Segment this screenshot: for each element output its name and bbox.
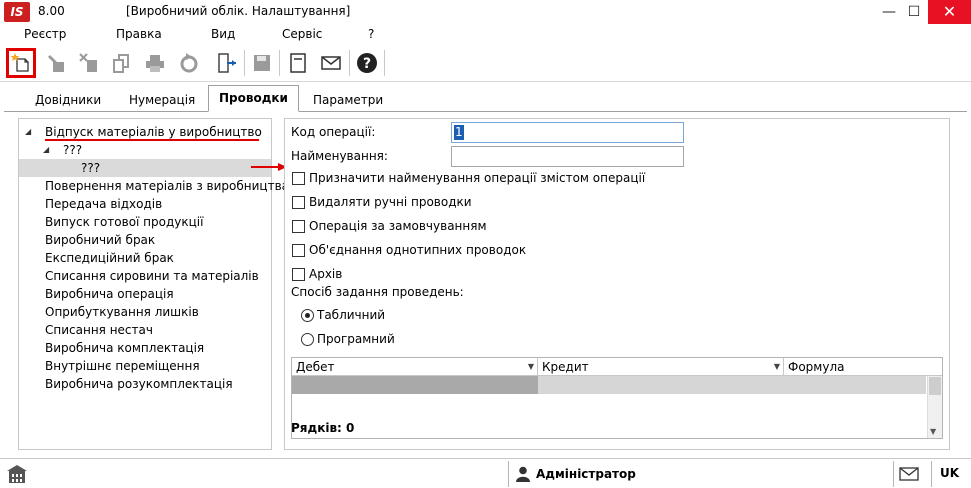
menu-registry[interactable]: Реєстр <box>24 27 66 41</box>
delete-icon[interactable] <box>74 48 104 78</box>
toolbar-separator <box>349 50 350 76</box>
checkbox-archive[interactable] <box>292 268 305 281</box>
tree-item[interactable]: Списання сировини та матеріалів <box>19 267 271 285</box>
toolbar-separator <box>244 50 245 76</box>
menu-bar: Реєстр Правка Вид Сервіс ? <box>0 24 971 44</box>
tree-item[interactable]: Експедиційний брак <box>19 249 271 267</box>
app-logo: IS <box>4 2 30 22</box>
checkbox-delete-manual[interactable] <box>292 196 305 209</box>
checkbox-assign-name[interactable] <box>292 172 305 185</box>
tree-item[interactable]: Повернення матеріалів з виробництва <box>19 177 289 195</box>
grid-scrollbar[interactable]: ▼ <box>927 376 942 438</box>
tree-item[interactable]: Виробнича розукомплектація <box>19 375 271 393</box>
method-label: Спосіб задання проведень: <box>291 285 464 299</box>
help-icon[interactable]: ? <box>352 48 382 78</box>
menu-service[interactable]: Сервіс <box>282 27 322 41</box>
checkbox-label: Архів <box>309 267 343 281</box>
print-icon[interactable] <box>140 48 170 78</box>
grid-header: Дебет ▼ Кредит ▼ Формула <box>292 358 942 376</box>
svg-text:?: ? <box>363 56 371 72</box>
code-input[interactable]: 1 <box>451 122 684 143</box>
menu-view[interactable]: Вид <box>211 27 235 41</box>
edit-icon[interactable] <box>42 48 72 78</box>
new-document-icon[interactable] <box>6 48 36 78</box>
tab-parameters[interactable]: Параметри <box>302 87 394 112</box>
toolbar-separator <box>384 50 385 76</box>
checkbox-default-operation[interactable] <box>292 220 305 233</box>
building-icon[interactable] <box>6 464 28 484</box>
chevron-down-icon[interactable]: ▼ <box>528 358 534 376</box>
name-label: Найменування: <box>291 149 388 163</box>
tab-directories[interactable]: Довідники <box>24 87 112 112</box>
document-icon[interactable] <box>283 48 313 78</box>
tree-item[interactable]: Виробничий брак <box>19 231 271 249</box>
arrow-icon <box>251 163 287 171</box>
menu-edit[interactable]: Правка <box>116 27 162 41</box>
column-debit[interactable]: Дебет ▼ <box>292 358 538 376</box>
tab-numbering[interactable]: Нумерація <box>118 87 206 112</box>
menu-help[interactable]: ? <box>368 27 374 41</box>
code-label: Код операції: <box>291 125 376 139</box>
grid-cell[interactable] <box>292 376 538 394</box>
radio-label: Табличний <box>317 308 386 322</box>
copy-icon[interactable] <box>106 48 136 78</box>
status-bar: Адміністратор UK <box>0 458 971 488</box>
tree-item[interactable]: Випуск готової продукції <box>19 213 271 231</box>
checkbox-label: Видаляти ручні проводки <box>309 195 472 209</box>
tree-item[interactable]: Виробнича комплектація <box>19 339 271 357</box>
chevron-down-icon[interactable]: ▼ <box>930 427 936 436</box>
radio-tabular[interactable] <box>301 309 314 322</box>
tab-divider <box>4 111 967 112</box>
chevron-down-icon[interactable]: ▼ <box>774 358 780 376</box>
expand-icon[interactable]: ◢ <box>25 123 31 141</box>
tab-postings[interactable]: Проводки <box>208 85 299 112</box>
operations-tree: ◢ Відпуск матеріалів у виробництво ◢ ???… <box>18 118 289 450</box>
scrollbar-thumb[interactable] <box>929 377 941 395</box>
tree-item[interactable]: Виробнича операція <box>19 285 271 303</box>
status-separator <box>931 461 932 487</box>
radio-program[interactable] <box>301 333 314 346</box>
rows-count: Рядків: 0 <box>291 421 355 435</box>
operation-form: Код операції: 1 Найменування: Призначити… <box>284 118 950 450</box>
app-window: IS 8.00 [Виробничий облік. Налаштування]… <box>0 0 971 488</box>
current-user: Адміністратор <box>536 467 636 481</box>
checkbox-label: Операція за замовчуванням <box>309 219 487 233</box>
mail-icon[interactable] <box>316 48 346 78</box>
tree-item-child[interactable]: ◢ ??? <box>19 141 271 159</box>
column-credit[interactable]: Кредит ▼ <box>538 358 784 376</box>
language-indicator[interactable]: UK <box>940 466 959 480</box>
app-version: 8.00 <box>38 4 65 18</box>
mail-icon[interactable] <box>899 467 919 481</box>
exit-icon[interactable] <box>212 48 242 78</box>
checkbox-label: Призначити найменування операції змістом… <box>309 171 646 185</box>
checkbox-label: Об'єднання однотипних проводок <box>309 243 527 257</box>
checkbox-merge-postings[interactable] <box>292 244 305 257</box>
user-icon <box>516 466 530 482</box>
maximize-button[interactable]: ☐ <box>899 0 929 24</box>
status-separator <box>508 461 509 487</box>
window-title: [Виробничий облік. Налаштування] <box>126 4 351 18</box>
expand-icon[interactable]: ◢ <box>43 141 49 159</box>
name-input[interactable] <box>451 146 684 167</box>
tab-bar: Довідники Нумерація Проводки Параметри <box>0 82 971 112</box>
toolbar: ? <box>0 44 971 82</box>
save-icon[interactable] <box>247 48 277 78</box>
tree-item[interactable]: Списання нестач <box>19 321 271 339</box>
title-bar: IS 8.00 [Виробничий облік. Налаштування]… <box>0 0 971 24</box>
tree-item-grandchild[interactable]: ??? <box>19 159 271 177</box>
tree-item[interactable]: Оприбуткування лишків <box>19 303 271 321</box>
tree-item[interactable]: Передача відходів <box>19 195 271 213</box>
status-separator <box>893 461 894 487</box>
tree-item[interactable]: Внутрішнє переміщення <box>19 357 271 375</box>
toolbar-separator <box>279 50 280 76</box>
refresh-icon[interactable] <box>174 48 204 78</box>
close-button[interactable]: ✕ <box>928 0 971 24</box>
column-formula[interactable]: Формула <box>784 358 942 376</box>
radio-label: Програмний <box>317 332 395 346</box>
postings-grid: Дебет ▼ Кредит ▼ Формула ▼ <box>291 357 943 439</box>
grid-cell[interactable] <box>538 376 926 394</box>
